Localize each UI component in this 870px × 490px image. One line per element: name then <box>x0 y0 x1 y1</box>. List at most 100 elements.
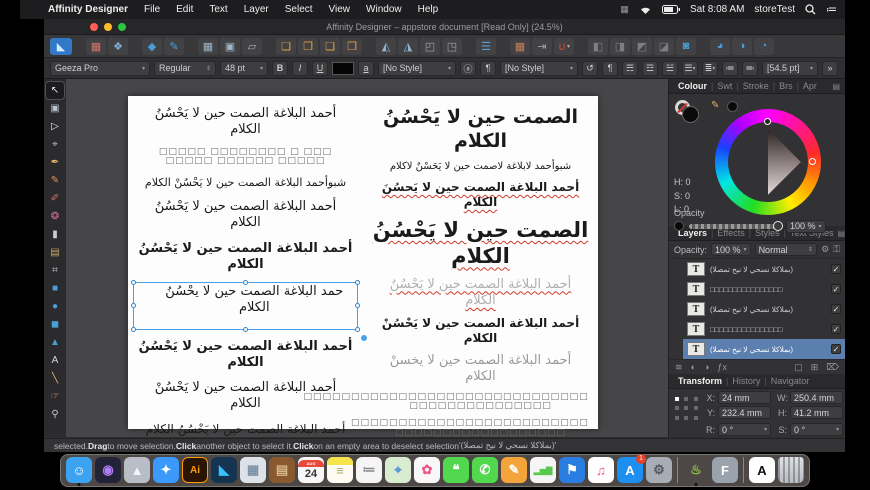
canvas-area[interactable]: أحمد البلاغة الصمت حين لا يَحْسُنُ الكلا… <box>66 79 668 437</box>
reset-character-icon[interactable]: ⓐ <box>460 60 476 76</box>
pen-tool[interactable]: ✒ <box>46 154 64 171</box>
colour-wheel[interactable] <box>715 109 821 215</box>
place-image-tool[interactable]: ▤ <box>46 244 64 261</box>
text-sample[interactable]: أحمد البلاغة الصمت حين لا يخسنْ الكلام <box>372 353 588 386</box>
boolean-subtract-icon[interactable]: ◨ <box>610 37 630 55</box>
fill-swatch[interactable] <box>682 106 699 123</box>
anchor-dot[interactable] <box>684 415 689 420</box>
zoom-tool[interactable]: ⚲ <box>46 406 64 423</box>
panel-menu-icon[interactable]: ▤ <box>832 82 840 91</box>
text-sample[interactable]: أحمد البلاغة الصمت حين لا يَحْسُنُ الكلا… <box>137 199 353 232</box>
vector-crop-tool[interactable]: ⌗ <box>46 262 64 279</box>
insert-behind-icon[interactable]: ◰ <box>420 37 440 55</box>
menu-item-window[interactable]: Window <box>358 4 410 15</box>
geometry-union-icon[interactable]: ◕ <box>710 37 730 55</box>
tab-apr[interactable]: Apr <box>799 81 821 91</box>
dock-item-pages[interactable]: ✎ <box>501 457 527 483</box>
tab-transform[interactable]: Transform <box>674 376 726 386</box>
field-value[interactable]: 232.4 mm <box>718 406 771 419</box>
dock-item-illustrator[interactable]: Ai <box>182 457 208 483</box>
document-page[interactable]: أحمد البلاغة الصمت حين لا يَحْسُنُ الكلا… <box>128 96 598 437</box>
dock-item-system-preferences[interactable]: ⚙ <box>646 457 672 483</box>
text-sample[interactable]: الصمت حين لا يَحْسُنُ الكلام <box>372 106 588 154</box>
layer-visibility-checkbox[interactable]: ✓ <box>831 264 841 274</box>
dock-item-affinity-designer[interactable]: ◣ <box>211 457 237 483</box>
field-value-select[interactable]: 0 ° ▾ <box>718 423 771 436</box>
snap-grid-icon[interactable]: ▦ <box>510 37 530 55</box>
selection-handle[interactable] <box>242 280 248 286</box>
tab-history[interactable]: History <box>728 376 764 386</box>
flip-vertical-icon[interactable]: ◮ <box>398 37 418 55</box>
artistic-text-tool[interactable]: A <box>46 352 64 369</box>
selection-handle[interactable] <box>355 280 361 286</box>
transform-scale-icon[interactable]: ▣ <box>220 37 240 55</box>
boolean-add-icon[interactable]: ◧ <box>588 37 608 55</box>
layers-opacity-select[interactable]: 100 % ▾ <box>711 243 751 256</box>
notification-center-icon[interactable]: ≔ <box>826 3 837 16</box>
dock-item-maps[interactable]: ⌖ <box>385 457 411 483</box>
selection-handle[interactable] <box>242 326 248 332</box>
menu-item-select[interactable]: Select <box>277 4 321 15</box>
layer-row[interactable]: T □□□□□□□□□□□□□□□□ ✓ <box>683 279 845 299</box>
dock-item-siri[interactable]: ◉ <box>95 457 121 483</box>
menu-clock[interactable]: Sat 8:08 AM <box>690 4 744 15</box>
isolate-icon[interactable]: ≋ <box>675 362 683 373</box>
selection-handle[interactable] <box>355 326 361 332</box>
layer-visibility-checkbox[interactable]: ✓ <box>831 324 841 334</box>
swatches-icon[interactable]: ▦ <box>86 37 106 55</box>
boolean-combine-icon[interactable]: ◙ <box>676 37 696 55</box>
text-sample[interactable]: أحمد البلاغة الصمت حين لا يَحْسُنُ الكلا… <box>137 422 353 437</box>
spotlight-search-icon[interactable] <box>805 4 816 15</box>
tab-swt[interactable]: Swt <box>713 81 736 91</box>
anchor-dot[interactable] <box>693 406 698 411</box>
anchor-dot[interactable] <box>693 415 698 420</box>
dock-item-photos[interactable]: ✿ <box>414 457 440 483</box>
text-sample[interactable]: أحمد البلاغة الصمت حين لا يَحْسُنْ الكلا… <box>372 316 588 346</box>
boolean-divide-icon[interactable]: ◪ <box>654 37 674 55</box>
paragraph-icon[interactable]: ¶ <box>480 60 496 76</box>
colour-wheel-tool[interactable]: ❂ <box>46 208 64 225</box>
fx-icon[interactable]: ƒx <box>717 362 727 372</box>
numbered-list-icon[interactable]: ≕ <box>742 60 758 76</box>
dock-item-trash[interactable] <box>778 457 804 483</box>
move-tool[interactable]: ↖ <box>45 81 65 100</box>
selection-handle[interactable] <box>355 302 361 308</box>
mask-icon[interactable]: ◐ <box>691 362 696 372</box>
anchor-dot[interactable] <box>684 406 689 411</box>
show-paragraph-icon[interactable]: ¶ <box>602 60 618 76</box>
anchor-dot[interactable] <box>675 397 679 401</box>
colour-eyedropper-icon[interactable]: ✎ <box>711 100 719 111</box>
text-sample[interactable]: أحمد البلاغة الصمت حين لا يَحسُنَ الكلام <box>372 180 588 210</box>
rectangle-tool[interactable]: ■ <box>46 280 64 297</box>
font-size-select[interactable]: 48 pt ▾ <box>220 60 268 76</box>
dock-item-genie-lamp[interactable]: ♨ <box>683 457 709 486</box>
view-hand-tool[interactable]: ☞ <box>46 388 64 405</box>
node-graph-icon[interactable]: ❖ <box>108 37 128 55</box>
point-transform-tool[interactable]: ⌖ <box>46 136 64 153</box>
text-sample[interactable]: أحمد البلاغة الصمت حين لا يَحْسُنُ الكلا… <box>137 339 353 372</box>
menu-item-file[interactable]: File <box>136 4 168 15</box>
leading-icon[interactable]: ≣ ▾ <box>702 60 718 76</box>
colour-picker-tool[interactable]: ╲ <box>46 370 64 387</box>
selection-handle[interactable] <box>130 280 136 286</box>
tab-colour[interactable]: Colour <box>674 81 711 91</box>
hue-selector-dot[interactable] <box>809 158 816 165</box>
dock-item-app-store[interactable]: A1 <box>617 454 646 483</box>
input-source-icon[interactable]: ▦ <box>620 4 629 15</box>
new-layer-icon[interactable]: ▢ <box>794 362 803 373</box>
justify-icon[interactable]: ☰ ▾ <box>682 60 698 76</box>
dock-item-facetime[interactable]: ✆ <box>472 457 498 483</box>
text-sample[interactable]: أحمد البلاغة الصمت حين لا يَحْسُنُ الكلا… <box>137 241 353 274</box>
layer-visibility-checkbox[interactable]: ✓ <box>831 344 841 354</box>
arrange-forward-icon[interactable]: ❑ <box>320 37 340 55</box>
node-tool[interactable]: ▷ <box>46 118 64 135</box>
insert-inside-icon[interactable]: ◆ <box>142 37 162 55</box>
layer-row[interactable]: T □□□□□□□□□□□□□□□□ ✓ <box>683 319 845 339</box>
shade-selector-dot[interactable] <box>764 118 771 125</box>
battery-icon[interactable] <box>661 5 680 14</box>
magnet-snapping-icon[interactable]: ∪ ▾ <box>554 37 574 55</box>
dock-item-launchpad[interactable]: ▲ <box>124 457 150 483</box>
field-value[interactable]: 24 mm <box>718 391 771 404</box>
ellipse-tool[interactable]: ● <box>46 298 64 315</box>
dock-item-font-file[interactable]: F <box>712 457 738 483</box>
